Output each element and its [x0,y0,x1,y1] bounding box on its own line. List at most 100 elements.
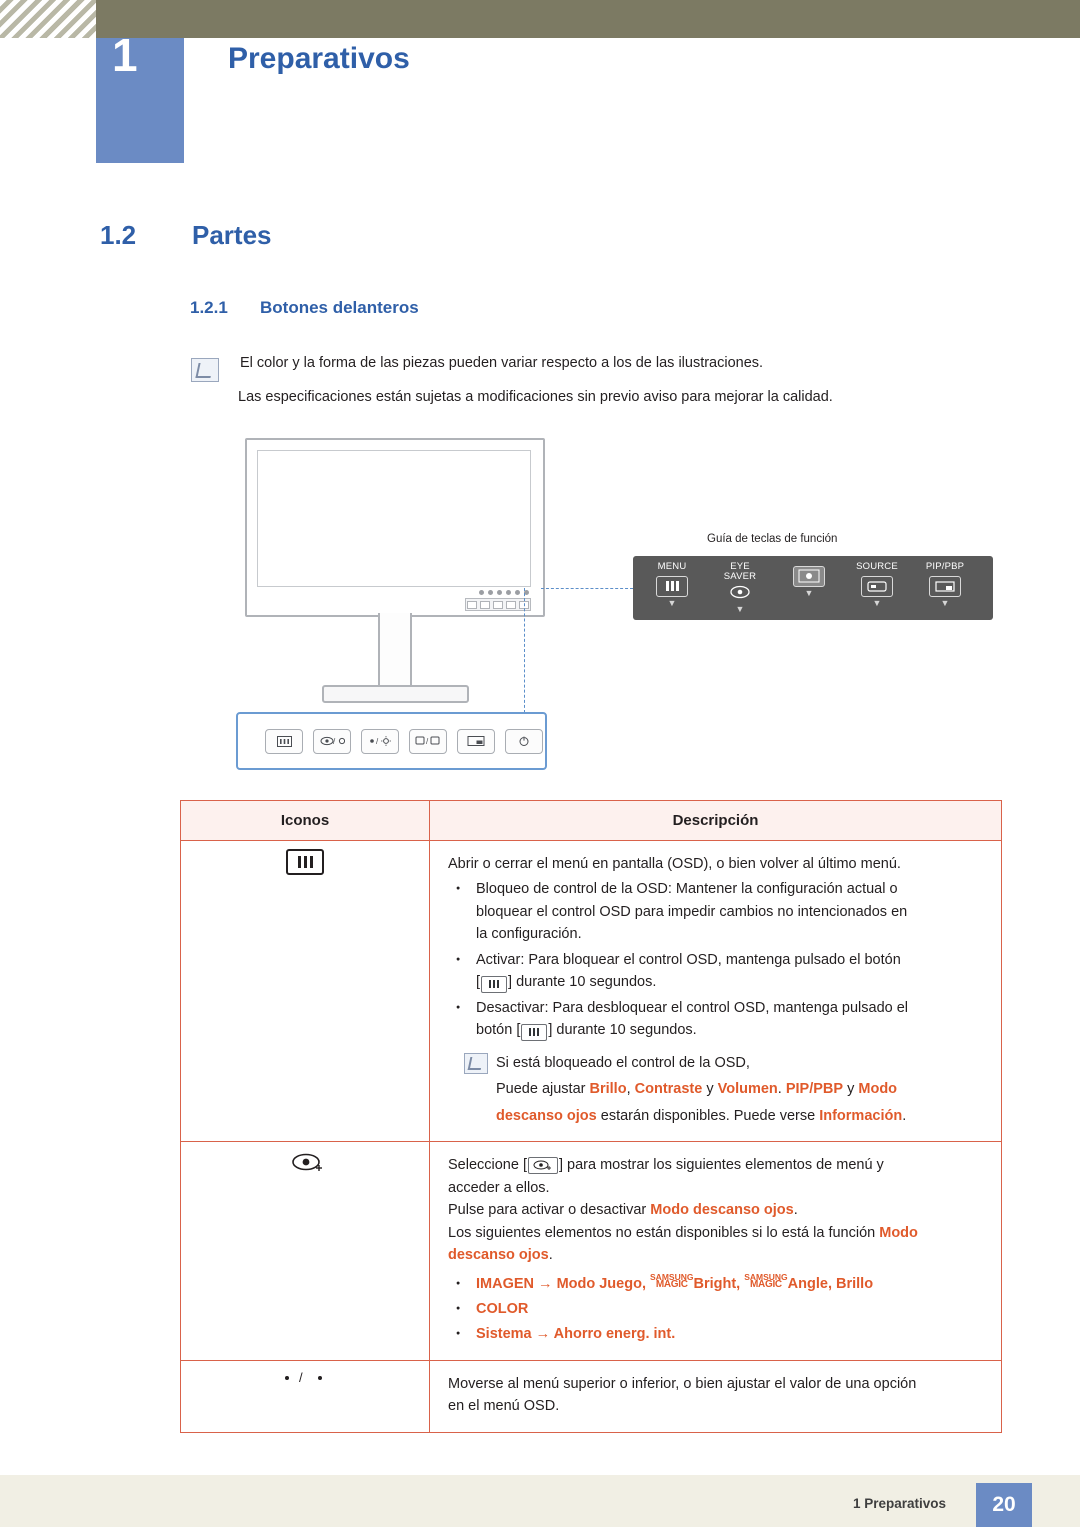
highlight-volumen: Volumen [717,1081,778,1098]
eye-desc-line-3-post: . [793,1202,798,1219]
svg-text:/: / [426,737,429,746]
sep: , [641,1275,651,1292]
power-button[interactable] [505,728,543,754]
table-header-iconos: Iconos [180,800,430,841]
note-txt: . [902,1107,907,1124]
osd-key-menu-label: MENU [657,561,687,572]
highlight-descanso-ojos: descanso ojos [448,1247,549,1264]
note-text-1: El color y la forma de las piezas pueden… [240,355,764,371]
chevron-down-icon: ▼ [667,598,677,608]
table-row: Abrir o cerrar el menú en pantalla (OSD)… [180,839,1002,1143]
chevron-down-icon: ▼ [804,588,814,598]
note-txt: estarán disponibles. Puede verse [596,1107,820,1124]
menu-bars-icon [286,849,324,875]
eye-desc-line-4-pre: Los siguientes elementos no están dispon… [448,1224,880,1241]
pip-pbp-button[interactable] [457,728,495,754]
osd-key-source-label: SOURCE [856,561,898,572]
highlight-modo: Modo [879,1224,918,1241]
monitor-button-strip [465,598,531,611]
eye-desc-bullet-1: IMAGEN → Modo Juego, SAMSUNGMAGICBright,… [448,1272,985,1295]
osd-key-pip-pbp[interactable]: PIP/PBP ▼ [914,561,976,608]
osd-key-eye-saver-label-2: SAVER [723,571,757,582]
section-title: Partes [192,220,272,250]
highlight-pip-pbp: PIP/PBP [785,1081,844,1098]
eye-desc-line-1: Seleccione [ ] para mostrar los siguient… [448,1154,985,1176]
magic-main: MAGIC [750,1278,782,1290]
highlight-imagen: IMAGEN [476,1275,534,1292]
row-menu-icon-cell [180,839,430,1143]
eye-desc-line-3: Pulse para activar o desactivar Modo des… [448,1199,985,1221]
menu-bars-icon [521,1023,548,1041]
menu-desc-bullet-2: Activar: Para bloquear el control OSD, m… [448,949,985,971]
row-menu-description-cell: Abrir o cerrar el menú en pantalla (OSD)… [429,839,1002,1143]
highlight-descanso-ojos: descanso ojos [496,1107,597,1124]
source-icon [846,575,908,597]
updown-desc-line-2: en el menú OSD. [448,1398,560,1415]
brightness-button[interactable]: / [361,728,399,754]
svg-text:/: / [376,737,379,746]
note-txt: y [843,1081,859,1098]
svg-text:/: / [333,737,336,746]
updown-desc-line-1: Moverse al menú superior o inferior, o b… [448,1375,917,1392]
menu-desc-line-5: botón [] durante 10 segundos. [448,1019,985,1041]
osd-function-key-guide: MENU ▼ EYE SAVER ▼ ▼ SOURCE ▼ PIP/PBP ▼ [633,556,993,620]
chevron-down-icon: ▼ [735,604,745,614]
row-eye-saver-icon-cell [180,1141,430,1361]
eye-saver-button[interactable]: / [313,728,351,754]
callout-line-horizontal [541,588,633,589]
section-number: 1.2 [100,220,137,250]
note-txt: y [702,1081,718,1098]
row-updown-icon-cell: / [180,1359,430,1433]
footer-page-number: 20 [976,1483,1032,1527]
monitor-illustration [245,438,545,617]
menu-bars-icon [641,575,703,597]
table-header-row: Iconos Descripción [180,800,1002,841]
menu-button[interactable] [265,728,303,754]
row-updown-description-cell: Moverse al menú superior o inferior, o b… [429,1359,1002,1433]
eye-saver-icon [528,1156,558,1174]
highlight-modo: Modo [858,1081,898,1098]
footer-chapter-label: 1 Preparativos [852,1496,946,1511]
menu-note-line-3: descanso ojos estarán disponibles. Puede… [496,1105,985,1127]
chevron-down-icon: ▼ [940,598,950,608]
note-txt: Puede ajustar [496,1081,590,1098]
subsection-number: 1.2.1 [190,298,228,317]
highlight-modo-descanso-ojos: Modo descanso ojos [650,1202,794,1219]
menu-desc-line-4-post: ] durante 10 segundos. [508,974,657,991]
chapter-title: Preparativos [228,42,410,75]
chapter-number-box [96,38,184,163]
osd-key-source[interactable]: SOURCE ▼ [846,561,908,608]
menu-desc-line-1: Abrir o cerrar el menú en pantalla (OSD)… [448,856,901,872]
note-text-2: Las especificaciones están sujetas a mod… [238,389,833,405]
menu-bars-icon [481,975,508,993]
note-icon [464,1052,488,1074]
sep: , [827,1275,837,1292]
menu-note-line-1: Si está bloqueado el control de la OSD, [496,1054,750,1071]
callout-line-vertical [524,588,525,713]
osd-key-pip-pbp-label: PIP/PBP [925,561,965,572]
source-button[interactable]: / [409,728,447,754]
highlight-modo-juego: Modo Juego [556,1275,642,1292]
samsung-magic-angle-logo: SAMSUNG MAGIC [744,1272,787,1290]
updown-arrows-icon: / [275,1370,335,1389]
chevron-down-icon: ▼ [872,598,882,608]
eye-desc-line-5-post: . [548,1247,553,1264]
menu-note-line-2: Puede ajustar Brillo, Contraste y Volume… [496,1078,985,1100]
menu-desc-note: Si está bloqueado el control de la OSD, … [448,1052,985,1127]
note-txt: , [626,1081,635,1098]
chapter-number: 1 [112,29,138,81]
osd-key-menu[interactable]: MENU ▼ [641,561,703,608]
highlight-angle: Angle [787,1275,828,1292]
front-button-strip-callout: / / / [236,712,547,770]
highlight-contraste: Contraste [634,1081,703,1098]
sep: , [736,1275,745,1292]
highlight-informacion: Información [819,1107,903,1124]
pip-pbp-icon [914,575,976,597]
osd-key-eye-saver[interactable]: EYE SAVER ▼ [709,562,771,614]
header-hatch-decoration [0,0,96,38]
buttons-description-table: Iconos Descripción Abrir o cerrar el men… [180,800,1002,1433]
menu-desc-line-2: bloquear el control OSD para impedir cam… [476,903,908,920]
menu-desc-line-5-post: ] durante 10 segundos. [548,1022,697,1039]
monitor-screen [257,450,531,587]
osd-key-brightness[interactable]: ▼ [778,562,840,598]
